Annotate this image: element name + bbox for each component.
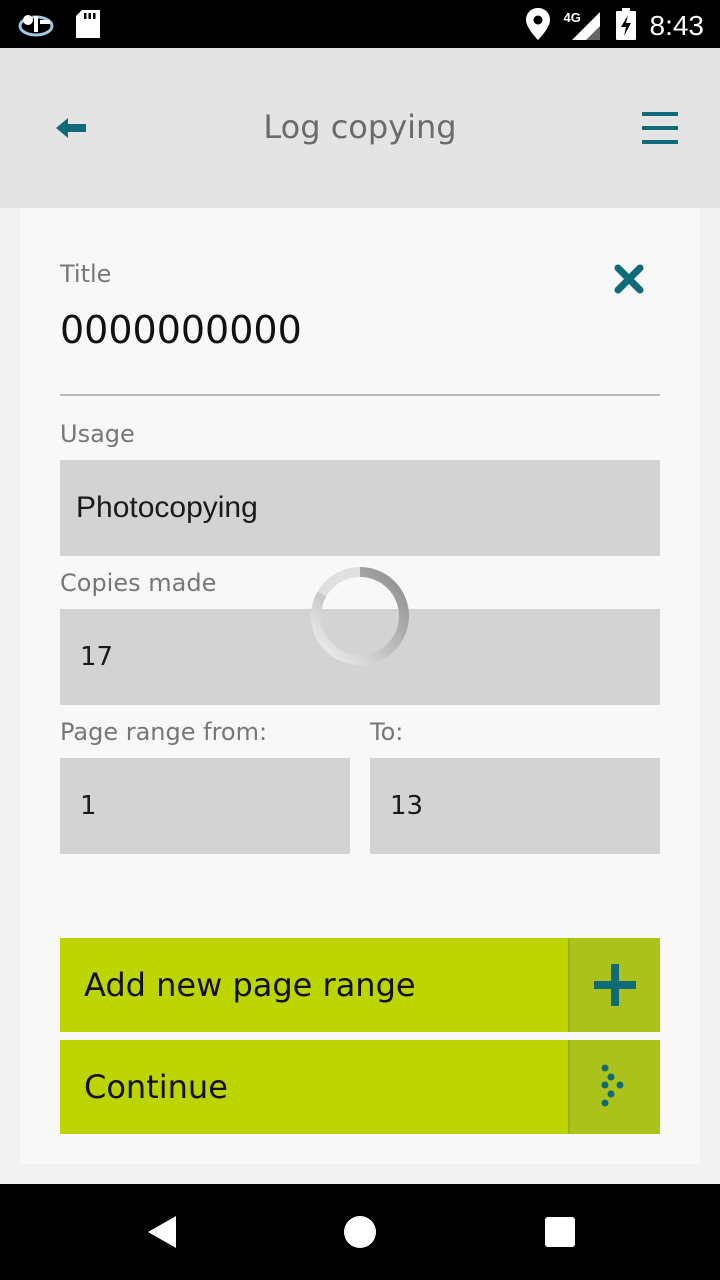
plus-icon	[568, 938, 660, 1032]
continue-label: Continue	[84, 1068, 228, 1106]
signal-icon: 4G	[564, 10, 602, 42]
page-from-value: 1	[80, 791, 97, 821]
battery-charging-icon	[615, 8, 636, 44]
sd-card-icon	[76, 10, 100, 42]
add-page-range-button[interactable]: Add new page range	[60, 938, 660, 1032]
nav-home-button[interactable]	[344, 1216, 376, 1248]
copies-label: Copies made	[60, 569, 217, 597]
add-page-range-label: Add new page range	[84, 966, 416, 1004]
app-notification-icon	[18, 10, 54, 42]
page-to-value: 13	[390, 791, 424, 821]
continue-button[interactable]: Continue	[60, 1040, 660, 1134]
page-range-to-label: To:	[370, 718, 404, 746]
divider	[60, 394, 660, 396]
network-type-label: 4G	[563, 10, 581, 25]
close-icon	[614, 264, 644, 294]
title-label: Title	[60, 260, 112, 288]
usage-label: Usage	[60, 420, 135, 448]
status-bar: 4G 8:43	[0, 0, 720, 48]
usage-select[interactable]: Photocopying	[60, 460, 660, 556]
app-bar: Log copying	[0, 48, 720, 208]
clear-title-button[interactable]	[614, 264, 644, 294]
log-copying-form: Title 0000000000 Usage Photocopying Copi…	[20, 208, 700, 1164]
copies-value: 17	[80, 642, 114, 672]
clock: 8:43	[649, 10, 705, 41]
page-title: Log copying	[263, 108, 457, 146]
nav-back-button[interactable]	[144, 1214, 180, 1250]
loading-spinner-icon	[310, 566, 410, 666]
page-to-input[interactable]: 13	[370, 758, 660, 854]
dotted-arrow-icon	[568, 1040, 660, 1134]
page-range-from-label: Page range from:	[60, 718, 268, 746]
page-from-input[interactable]: 1	[60, 758, 350, 854]
location-icon	[525, 8, 550, 44]
title-value: 0000000000	[60, 308, 302, 352]
nav-recents-button[interactable]	[545, 1217, 575, 1247]
system-navigation-bar	[0, 1184, 720, 1280]
usage-value: Photocopying	[76, 491, 258, 524]
hamburger-menu-icon	[642, 112, 678, 144]
menu-button[interactable]	[640, 110, 680, 146]
triangle-back-icon	[148, 1216, 176, 1248]
